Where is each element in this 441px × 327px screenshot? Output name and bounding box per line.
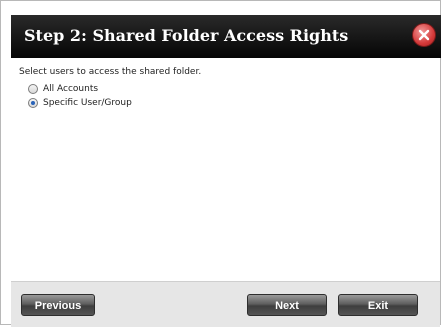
option-specific-user-group[interactable]: Specific User/Group	[28, 96, 432, 110]
close-button[interactable]	[412, 23, 436, 47]
radio-all-accounts[interactable]	[28, 84, 38, 94]
previous-button[interactable]: Previous	[21, 294, 95, 316]
radio-specific-user-group[interactable]	[28, 98, 38, 108]
dialog-titlebar: Step 2: Shared Folder Access Rights	[11, 15, 441, 58]
option-label: All Accounts	[43, 84, 99, 94]
close-x-icon	[418, 29, 430, 41]
wizard-dialog: Step 2: Shared Folder Access Rights Sele…	[0, 0, 441, 327]
option-all-accounts[interactable]: All Accounts	[28, 82, 432, 96]
exit-button[interactable]: Exit	[338, 294, 418, 316]
option-label: Specific User/Group	[43, 98, 132, 108]
instruction-text: Select users to access the shared folder…	[19, 67, 202, 77]
next-button[interactable]: Next	[247, 294, 327, 316]
dialog-title: Step 2: Shared Folder Access Rights	[24, 26, 349, 45]
dialog-footer: Previous Next Exit	[11, 281, 440, 327]
dialog-content: Select users to access the shared folder…	[19, 67, 432, 110]
